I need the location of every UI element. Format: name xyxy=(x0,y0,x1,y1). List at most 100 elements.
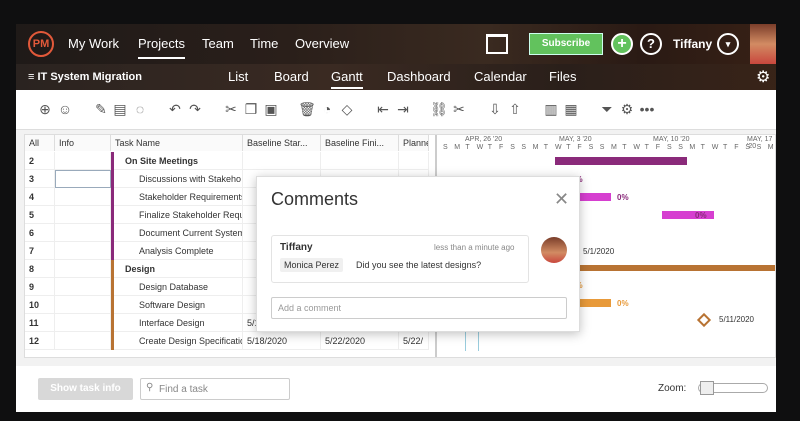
subscribe-button[interactable]: Subscribe xyxy=(529,33,603,55)
row-number[interactable]: 4 xyxy=(25,188,55,206)
info-cell[interactable] xyxy=(55,188,111,206)
planned-cell[interactable] xyxy=(399,152,429,170)
row-number[interactable]: 9 xyxy=(25,278,55,296)
col-baseline-finish[interactable]: Baseline Fini... xyxy=(321,135,399,151)
tab-gantt[interactable]: Gantt xyxy=(331,69,363,89)
nav-overview[interactable]: Overview xyxy=(295,36,349,51)
info-cell[interactable] xyxy=(55,260,111,278)
info-cell[interactable] xyxy=(55,224,111,242)
task-name-cell[interactable]: Software Design xyxy=(111,296,243,314)
task-name-cell[interactable]: Discussions with Stakeho xyxy=(111,170,243,188)
row-number[interactable]: 7 xyxy=(25,242,55,260)
unlink-icon[interactable]: ✂ xyxy=(450,101,468,118)
milestone-icon[interactable]: ◇ xyxy=(338,101,356,118)
group-bar-on-site[interactable] xyxy=(555,157,687,165)
row-number[interactable]: 2 xyxy=(25,152,55,170)
app-logo[interactable]: PM xyxy=(28,31,54,57)
row-number[interactable]: 6 xyxy=(25,224,55,242)
indent-icon[interactable]: ⇥ xyxy=(394,101,412,118)
milestone-marker[interactable] xyxy=(696,312,712,328)
task-name-cell[interactable]: Stakeholder Requirements xyxy=(111,188,243,206)
nav-time[interactable]: Time xyxy=(250,36,278,51)
tab-board[interactable]: Board xyxy=(274,69,309,84)
copy-icon[interactable]: ❐ xyxy=(242,101,260,118)
grid-icon[interactable]: ▦ xyxy=(562,101,580,118)
info-cell[interactable] xyxy=(55,278,111,296)
presentation-icon[interactable] xyxy=(486,34,508,54)
columns-icon[interactable]: ▥ xyxy=(542,101,560,118)
more-icon[interactable]: ••• xyxy=(638,101,656,117)
task-name-cell[interactable]: Create Design Specificatio xyxy=(111,332,243,350)
task-name-cell[interactable]: Interface Design xyxy=(111,314,243,332)
col-baseline-start[interactable]: Baseline Star... xyxy=(243,135,321,151)
assign-user-icon[interactable]: ☺ xyxy=(56,101,74,117)
tab-list[interactable]: List xyxy=(228,69,248,84)
row-number[interactable]: 11 xyxy=(25,314,55,332)
mention-tag[interactable]: Monica Perez xyxy=(280,258,344,272)
gear-icon[interactable]: ⚙ xyxy=(756,67,770,87)
add-task-icon[interactable]: ⊕ xyxy=(36,101,54,118)
settings-icon[interactable]: ⚙ xyxy=(618,101,636,118)
col-task-name[interactable]: Task Name xyxy=(111,135,243,151)
paste-icon[interactable]: ▣ xyxy=(262,101,280,118)
tab-files[interactable]: Files xyxy=(549,69,576,84)
info-cell[interactable] xyxy=(55,170,111,188)
row-number[interactable]: 5 xyxy=(25,206,55,224)
filter-icon[interactable]: ⏷ xyxy=(598,101,616,118)
user-name[interactable]: Tiffany xyxy=(673,37,712,51)
col-info[interactable]: Info xyxy=(55,135,111,151)
baseline-start-cell[interactable]: 5/18/2020 xyxy=(243,332,321,350)
help-icon[interactable]: ? xyxy=(640,33,662,55)
nav-projects[interactable]: Projects xyxy=(138,36,185,59)
cut-icon[interactable]: ✂ xyxy=(222,101,240,118)
add-button[interactable]: + xyxy=(611,33,633,55)
planned-cell[interactable]: 5/22/ xyxy=(399,332,429,350)
task-name-cell[interactable]: On Site Meetings xyxy=(111,152,243,170)
group-bar-design[interactable] xyxy=(555,265,775,271)
tab-dashboard[interactable]: Dashboard xyxy=(387,69,451,84)
close-icon[interactable]: ✕ xyxy=(554,189,569,210)
row-number[interactable]: 8 xyxy=(25,260,55,278)
zoom-slider-thumb[interactable] xyxy=(700,381,714,395)
info-cell[interactable] xyxy=(55,332,111,350)
comment-input[interactable]: Add a comment xyxy=(271,297,567,319)
task-name-cell[interactable]: Finalize Stakeholder Requ xyxy=(111,206,243,224)
find-task-input[interactable]: ⚲ Find a task xyxy=(140,378,290,400)
paint-icon[interactable]: ◔ xyxy=(318,101,336,117)
comment-icon[interactable]: ◌ xyxy=(131,101,149,117)
baseline-start-cell[interactable] xyxy=(243,152,321,170)
attach-icon[interactable]: ✎ xyxy=(92,101,110,118)
delete-icon[interactable]: 🗑 xyxy=(298,101,316,118)
info-cell[interactable] xyxy=(55,242,111,260)
row-number[interactable]: 12 xyxy=(25,332,55,350)
row-number[interactable]: 3 xyxy=(25,170,55,188)
nav-team[interactable]: Team xyxy=(202,36,234,51)
info-cell[interactable] xyxy=(55,314,111,332)
baseline-finish-cell[interactable] xyxy=(321,152,399,170)
export-icon[interactable]: ⇧ xyxy=(506,101,524,118)
info-cell[interactable] xyxy=(55,206,111,224)
col-all[interactable]: All xyxy=(25,135,55,151)
baseline-finish-cell[interactable]: 5/22/2020 xyxy=(321,332,399,350)
project-title[interactable]: ≡ IT System Migration xyxy=(28,71,142,83)
info-cell[interactable] xyxy=(55,152,111,170)
info-cell[interactable] xyxy=(55,296,111,314)
redo-icon[interactable]: ↷ xyxy=(186,101,204,118)
task-name-cell[interactable]: Document Current System xyxy=(111,224,243,242)
chevron-down-icon[interactable]: ▾ xyxy=(717,33,739,55)
tab-calendar[interactable]: Calendar xyxy=(474,69,527,84)
undo-icon[interactable]: ↶ xyxy=(166,101,184,118)
col-planned[interactable]: Planne xyxy=(399,135,429,151)
task-name-cell[interactable]: Analysis Complete xyxy=(111,242,243,260)
task-name-cell[interactable]: Design xyxy=(111,260,243,278)
row-number[interactable]: 10 xyxy=(25,296,55,314)
avatar[interactable] xyxy=(750,24,776,64)
outdent-icon[interactable]: ⇤ xyxy=(374,101,392,118)
link-icon[interactable]: ⛓ xyxy=(430,101,448,118)
table-row[interactable]: 12 Create Design Specificatio 5/18/2020 5/2… xyxy=(25,332,429,350)
nav-my-work[interactable]: My Work xyxy=(68,36,119,51)
table-row[interactable]: 2 On Site Meetings xyxy=(25,152,429,170)
show-task-info-button[interactable]: Show task info xyxy=(38,378,133,400)
note-icon[interactable]: ▤ xyxy=(111,101,129,118)
task-name-cell[interactable]: Design Database xyxy=(111,278,243,296)
